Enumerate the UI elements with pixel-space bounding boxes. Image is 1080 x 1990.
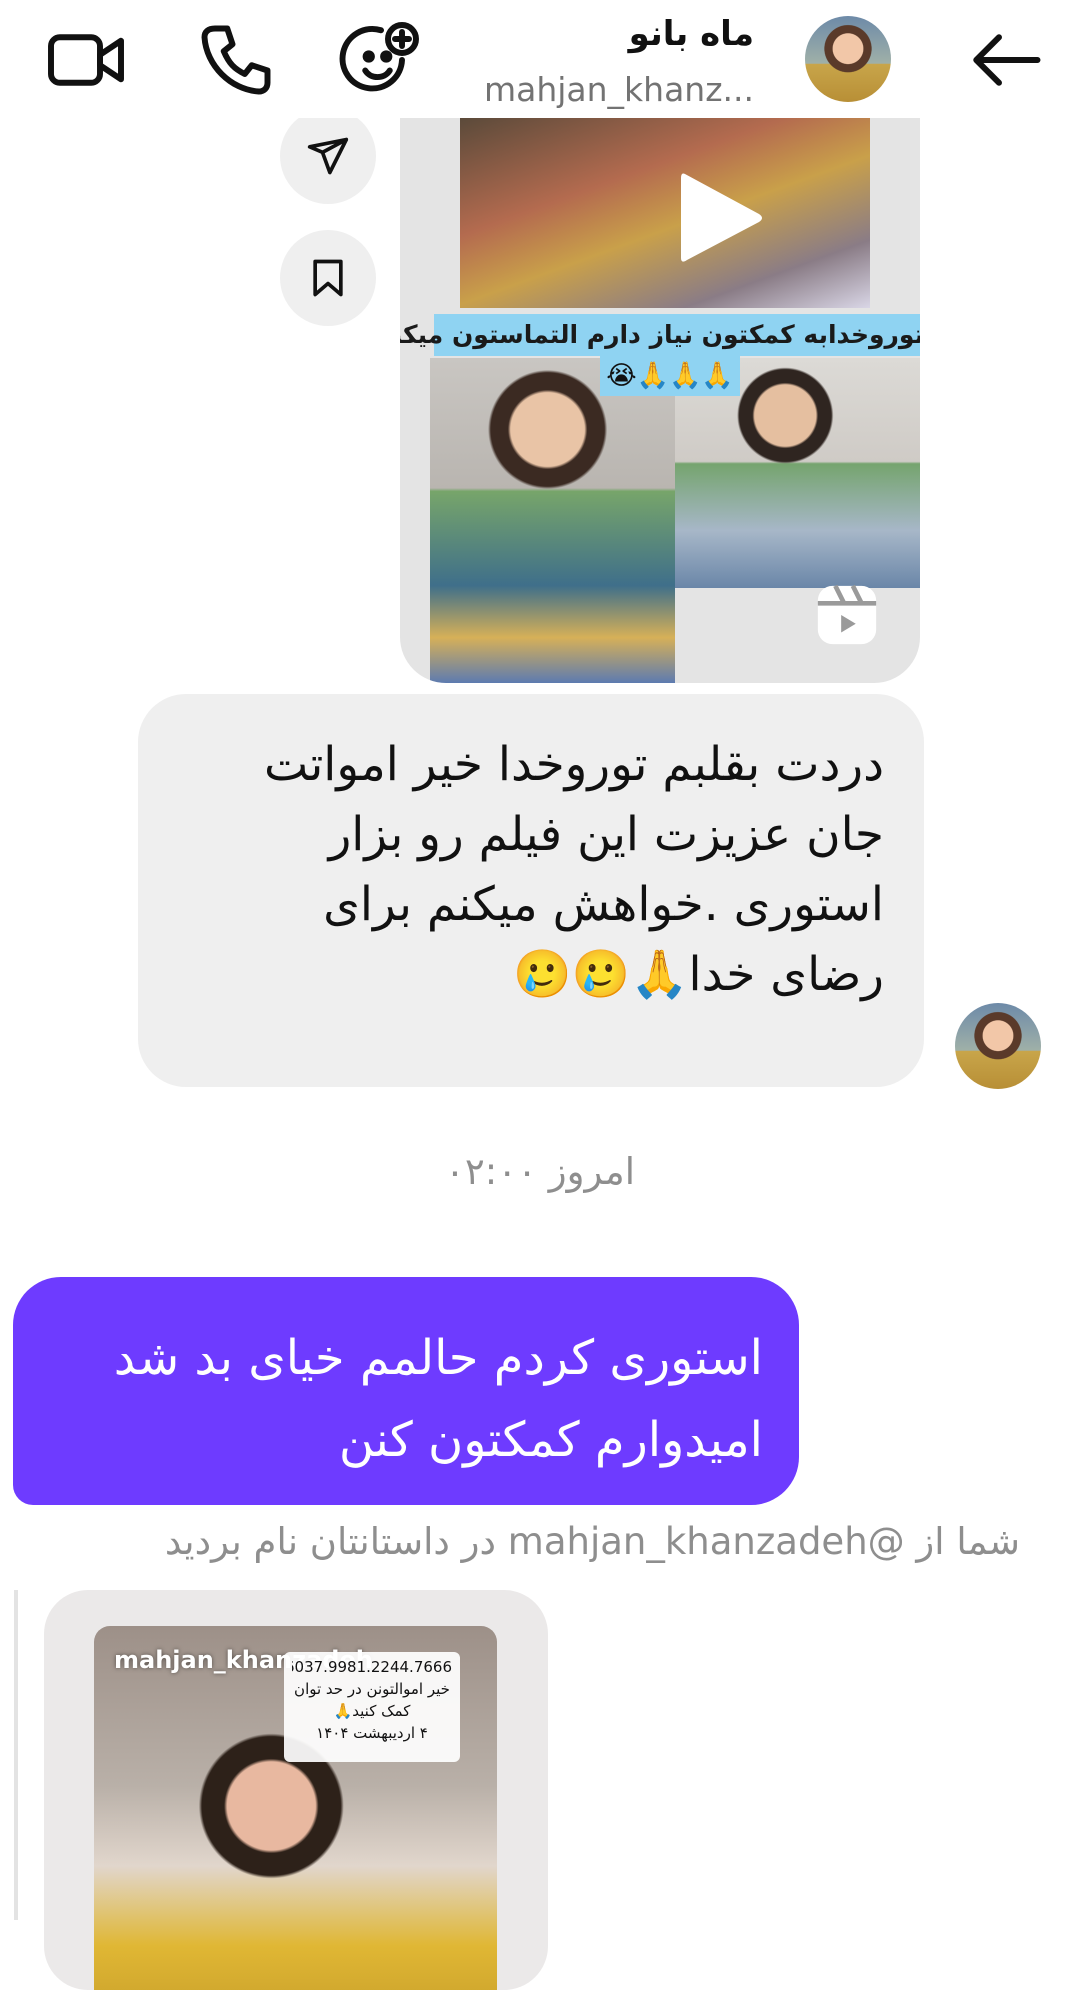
message-timestamp: امروز ۰۲:۰۰ (445, 1150, 635, 1193)
reel-photo-left (430, 358, 675, 683)
reel-caption: توروخدابه کمکتون نیاز دارم التماستون میک… (400, 314, 920, 356)
chat-header: ماه بانو mahjan_khanz... (0, 0, 1080, 118)
incoming-message-bubble[interactable]: دردت بقلبم توروخدا خیر امواتت جان عزیزت … (138, 694, 924, 1087)
share-reel-button[interactable] (280, 108, 376, 204)
sender-avatar[interactable] (955, 1003, 1041, 1089)
contact-display-name[interactable]: ماه بانو (629, 14, 754, 54)
audio-call-button[interactable] (190, 14, 282, 106)
video-call-icon (48, 34, 124, 86)
reel-caption-emojis: 😭🙏🙏🙏 (600, 356, 740, 396)
message-line: استوری کردم حالمم خیای بد شد (113, 1330, 763, 1386)
video-call-button[interactable] (40, 14, 132, 106)
message-line: استوری .خواهش میکنم برای (323, 877, 884, 932)
story-note-line: کمک کنید🙏 (333, 1702, 411, 1720)
contact-avatar[interactable] (805, 16, 891, 102)
outgoing-message-bubble[interactable]: استوری کردم حالمم خیای بد شد امیدوارم کم… (13, 1277, 799, 1505)
arrow-left-icon (973, 34, 1041, 86)
play-icon[interactable] (675, 168, 765, 268)
story-mention-card[interactable]: mahjan_khanzadeh 6037.9981.2244.7666 خیر… (44, 1590, 548, 1990)
reel-video-thumbnail (460, 118, 870, 308)
message-line: جان عزیزت این فیلم رو بزار (328, 807, 884, 862)
effects-button[interactable] (335, 14, 427, 106)
face-plus-icon (339, 22, 419, 92)
story-note-line: خیر اموالتونن در حد توان (294, 1680, 450, 1698)
back-button[interactable] (960, 14, 1052, 106)
story-thumbnail[interactable]: mahjan_khanzadeh 6037.9981.2244.7666 خیر… (94, 1626, 497, 1990)
phone-call-icon (201, 25, 271, 95)
shared-reel-card[interactable]: توروخدابه کمکتون نیاز دارم التماستون میک… (400, 118, 920, 683)
story-note-line: ۴ اردیبهشت ۱۴۰۴ (316, 1724, 428, 1742)
reply-divider (14, 1590, 18, 1920)
reels-icon (817, 584, 877, 645)
message-line: امیدوارم کمکتون کنن (338, 1412, 763, 1468)
save-reel-button[interactable] (280, 230, 376, 326)
share-icon (307, 137, 349, 175)
story-mention-note: شما از @mahjan_khanzadeh در داستانتان نا… (164, 1520, 1020, 1563)
contact-username[interactable]: mahjan_khanz... (434, 70, 754, 109)
story-text-overlay: 6037.9981.2244.7666 خیر اموالتونن در حد … (284, 1652, 460, 1762)
bookmark-icon (313, 259, 343, 297)
message-line: دردت بقلبم توروخدا خیر امواتت (264, 737, 884, 792)
message-line: رضای خدا🙏🥲🥲 (513, 947, 884, 1002)
story-note-line: 6037.9981.2244.7666 (292, 1658, 452, 1676)
